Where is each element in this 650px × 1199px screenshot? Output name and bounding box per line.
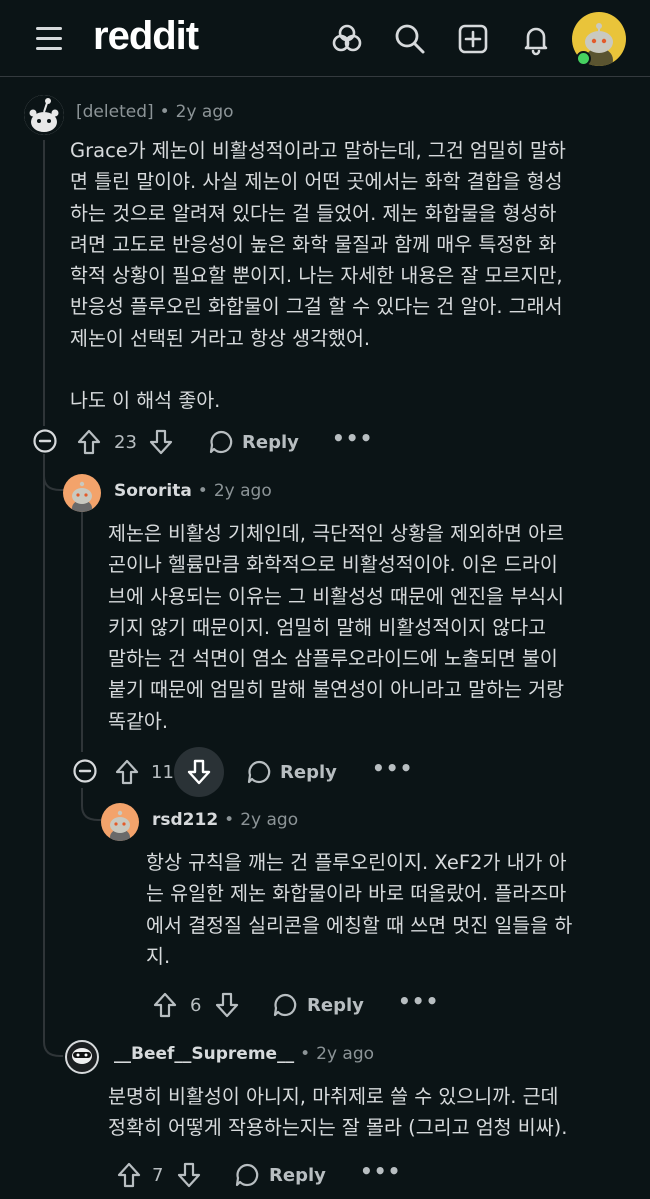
comment-author[interactable]: [deleted] xyxy=(76,102,154,122)
comment-age: 2y ago xyxy=(240,810,299,830)
downvote-icon[interactable] xyxy=(214,991,240,1019)
comment-body: Grace가 제논이 비활성적이라고 말하는데, 그건 엄밀히 말하 면 틀린 … xyxy=(70,139,566,413)
vote-count: 11 xyxy=(151,762,174,783)
deleted-user-avatar xyxy=(24,95,64,135)
reply-button[interactable]: Reply xyxy=(307,995,364,1016)
comment-meta: Sororita • 2y ago xyxy=(114,481,272,501)
comment-meta: rsd212 • 2y ago xyxy=(152,810,299,830)
comment-actions: 23 Reply ••• xyxy=(30,426,373,460)
comment-age: 2y ago xyxy=(213,481,272,501)
collapse-icon[interactable] xyxy=(32,428,58,454)
rsd212-avatar[interactable] xyxy=(101,803,139,841)
more-options-button[interactable]: ••• xyxy=(360,1159,401,1183)
comment-meta: [deleted] • 2y ago xyxy=(76,102,234,122)
downvote-icon[interactable] xyxy=(176,1161,202,1189)
reply-icon[interactable] xyxy=(234,1162,260,1188)
comment-body: 분명히 비활성이 아니지, 마취제로 쓸 수 있으니까. 근데 정확히 어떻게 … xyxy=(108,1085,568,1140)
reply-icon[interactable] xyxy=(208,429,234,455)
comment-actions: 6 Reply ••• xyxy=(150,989,450,1023)
more-options-button[interactable]: ••• xyxy=(398,989,439,1013)
notifications-icon[interactable] xyxy=(519,22,553,56)
comment-actions: 11 Reply ••• xyxy=(70,747,413,797)
more-options-button[interactable]: ••• xyxy=(332,426,373,450)
comment-age: 2y ago xyxy=(316,1044,375,1064)
reply-icon[interactable] xyxy=(246,759,272,785)
reply-icon[interactable] xyxy=(272,992,298,1018)
vote-count: 7 xyxy=(152,1165,164,1186)
reply-button[interactable]: Reply xyxy=(242,432,299,453)
thread-line xyxy=(43,140,45,426)
reddit-logo[interactable]: reddit xyxy=(93,14,199,59)
downvote-icon[interactable] xyxy=(186,758,212,786)
sororita-avatar[interactable] xyxy=(63,474,101,512)
thread-line xyxy=(81,512,83,752)
online-status-dot xyxy=(576,51,591,66)
vote-count: 6 xyxy=(190,995,202,1016)
thread-line xyxy=(43,462,45,1042)
more-options-button[interactable]: ••• xyxy=(372,756,413,780)
collapse-icon[interactable] xyxy=(72,758,98,784)
upvote-icon[interactable] xyxy=(114,758,140,786)
comment-body: 제논은 비활성 기체인데, 극단적인 상황을 제외하면 아르 곤이나 헬륨만큼 … xyxy=(108,522,565,733)
reply-button[interactable]: Reply xyxy=(280,762,337,783)
downvote-icon[interactable] xyxy=(148,428,174,456)
comment-actions: 7 Reply ••• xyxy=(114,1159,414,1193)
comment-author[interactable]: Sororita xyxy=(114,481,192,501)
search-icon[interactable] xyxy=(393,22,427,56)
menu-icon[interactable] xyxy=(34,24,64,54)
top-app-bar: reddit xyxy=(0,0,650,77)
upvote-icon[interactable] xyxy=(152,991,178,1019)
reply-button[interactable]: Reply xyxy=(269,1165,326,1186)
upvote-icon[interactable] xyxy=(76,428,102,456)
vote-count: 23 xyxy=(114,432,137,453)
popular-icon[interactable] xyxy=(330,22,364,56)
comment-author[interactable]: rsd212 xyxy=(152,810,218,830)
comment-author[interactable]: __Beef__Supreme__ xyxy=(114,1044,294,1064)
upvote-icon[interactable] xyxy=(116,1161,142,1189)
comment-age: 2y ago xyxy=(175,102,234,122)
beef-supreme-avatar[interactable] xyxy=(63,1038,101,1076)
create-post-icon[interactable] xyxy=(456,22,490,56)
comment-meta: __Beef__Supreme__ • 2y ago xyxy=(114,1044,375,1064)
comment-body: 항상 규칙을 깨는 건 플루오린이지. XeF2가 내가 아 는 유일한 제논 … xyxy=(146,851,573,968)
